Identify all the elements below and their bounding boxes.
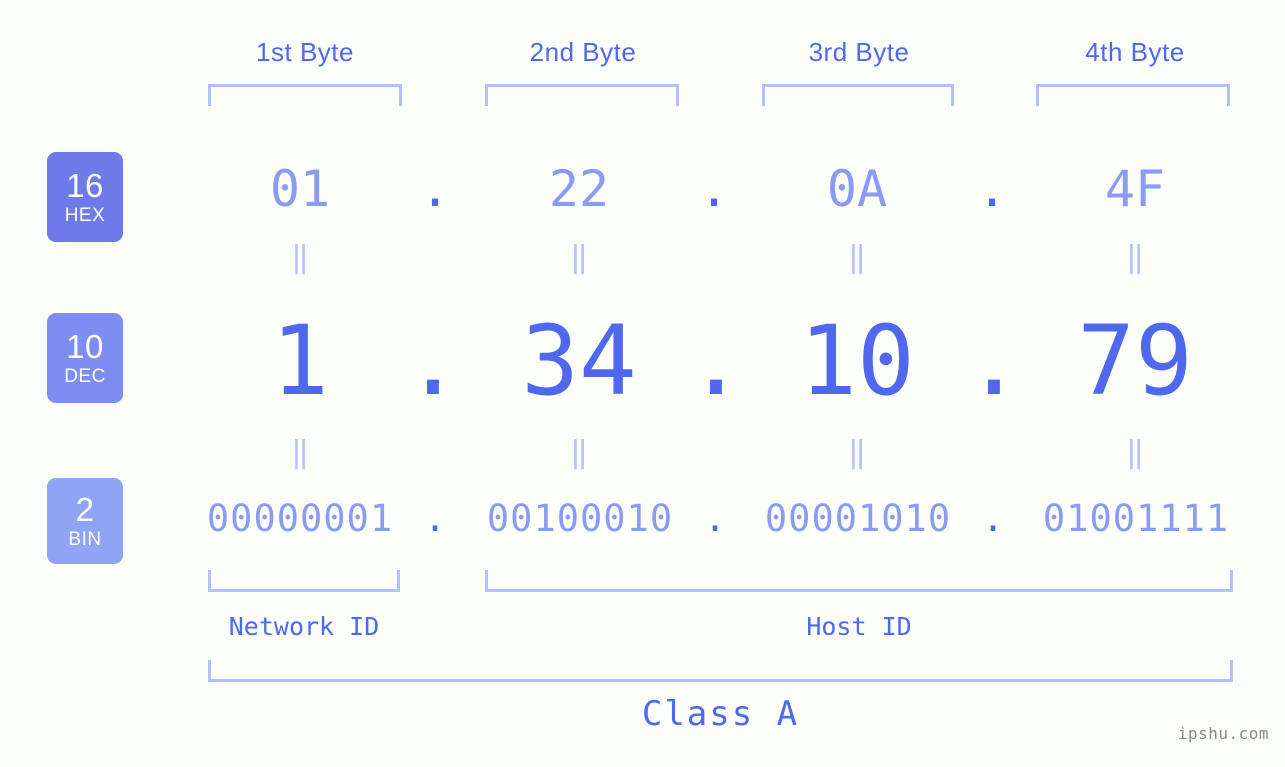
byte-header-label: 2nd Byte: [529, 37, 637, 67]
byte-header-4: 4th Byte: [1036, 31, 1234, 73]
bin-byte-4: 01001111: [1042, 497, 1230, 540]
hex-byte-4: 4F: [1104, 160, 1166, 218]
hex-separator-2: .: [698, 160, 730, 218]
byte-header-2: 2nd Byte: [484, 31, 682, 73]
host-id-bracket: [485, 570, 1233, 592]
equals-symbol-7: ‖: [847, 435, 867, 470]
radix-badge-number: 10: [66, 328, 104, 365]
radix-badge-bin: 2 BIN: [47, 478, 123, 564]
equals-symbol-1: ‖: [290, 240, 310, 275]
class-label: Class A: [641, 694, 800, 734]
equals-symbol-5: ‖: [290, 435, 310, 470]
dec-separator-2: .: [687, 305, 745, 417]
hex-byte-1: 01: [269, 160, 331, 218]
bin-byte-1: 00000001: [206, 497, 394, 540]
watermark: ipshu.com: [1177, 724, 1269, 743]
dec-byte-4: 79: [1077, 305, 1193, 417]
byte-header-1: 1st Byte: [205, 31, 405, 73]
radix-badge-hex: 16 HEX: [47, 152, 123, 242]
byte-header-3: 3rd Byte: [761, 31, 957, 73]
dec-separator-3: .: [965, 305, 1023, 417]
host-id-label: Host ID: [806, 612, 912, 641]
bin-separator-1: .: [423, 497, 447, 540]
byte-header-label: 4th Byte: [1085, 37, 1185, 67]
equals-symbol-4: ‖: [1125, 240, 1145, 275]
dec-byte-2: 34: [521, 305, 637, 417]
bin-byte-3: 00001010: [764, 497, 952, 540]
dec-byte-1: 1: [271, 305, 329, 417]
radix-badge-word: HEX: [64, 205, 106, 226]
bin-byte-2: 00100010: [486, 497, 674, 540]
hex-separator-3: .: [976, 160, 1008, 218]
network-id-label: Network ID: [228, 612, 380, 641]
dec-byte-3: 10: [799, 305, 915, 417]
hex-separator-1: .: [419, 160, 451, 218]
byte-bracket-1: [208, 84, 402, 106]
hex-byte-2: 22: [548, 160, 610, 218]
radix-badge-word: DEC: [64, 366, 106, 387]
ip-address-diagram: 1st Byte 2nd Byte 3rd Byte 4th Byte 16 H…: [0, 0, 1285, 767]
byte-bracket-3: [762, 84, 954, 106]
radix-badge-word: BIN: [68, 529, 102, 550]
bin-separator-2: .: [703, 497, 727, 540]
equals-symbol-6: ‖: [569, 435, 589, 470]
bin-separator-3: .: [981, 497, 1005, 540]
equals-symbol-2: ‖: [569, 240, 589, 275]
network-id-bracket: [208, 570, 400, 592]
equals-symbol-8: ‖: [1125, 435, 1145, 470]
byte-bracket-4: [1036, 84, 1230, 106]
radix-badge-number: 2: [75, 491, 95, 528]
byte-bracket-2: [485, 84, 679, 106]
equals-symbol-3: ‖: [847, 240, 867, 275]
radix-badge-dec: 10 DEC: [47, 313, 123, 403]
class-bracket: [208, 660, 1233, 682]
dec-separator-1: .: [404, 305, 462, 417]
radix-badge-number: 16: [66, 167, 104, 204]
byte-header-label: 3rd Byte: [808, 37, 910, 67]
hex-byte-3: 0A: [826, 160, 888, 218]
byte-header-label: 1st Byte: [256, 37, 354, 67]
